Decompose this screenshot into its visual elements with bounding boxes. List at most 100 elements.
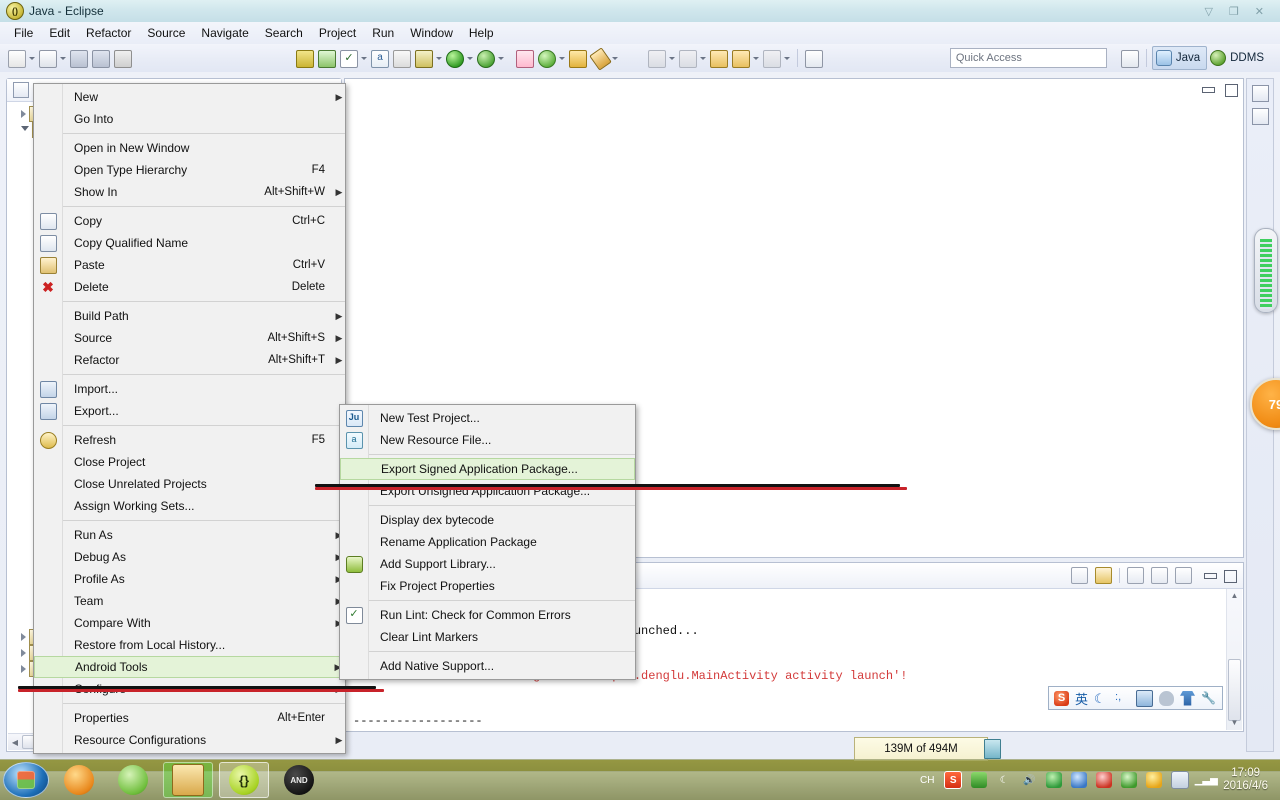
project-context-menu[interactable]: New ▶ Go Into Open in New Window Open Ty… [33,83,346,754]
menu-item-refactor[interactable]: Refactor Alt+Shift+T ▶ [34,349,345,371]
scroll-down-icon[interactable]: ▼ [1227,716,1242,730]
android-avd-manager-icon[interactable] [317,48,337,68]
menu-navigate[interactable]: Navigate [193,24,256,42]
menu-item-assign-working-sets[interactable]: Assign Working Sets... [34,495,345,517]
scroll-up-icon[interactable]: ▲ [1227,589,1242,603]
external-tools-icon[interactable] [476,48,496,68]
system-tray[interactable]: CH S ☾ 🔊 ▁▃▅ 17:09 2016/4/6 [919,767,1280,793]
menu-item-properties[interactable]: Properties Alt+Enter [34,707,345,729]
open-perspective-icon[interactable] [804,48,824,68]
minimize-icon[interactable]: ▽ [1204,5,1212,18]
previous-dropdown-icon[interactable] [699,48,708,68]
close-icon[interactable]: ✕ [1255,5,1264,18]
shield-icon[interactable] [1046,772,1062,788]
menu-item-show-in[interactable]: Show In Alt+Shift+W ▶ [34,181,345,203]
scroll-lock-icon[interactable] [1095,567,1112,584]
android-tools-submenu[interactable]: Ju New Test Project... a New Resource Fi… [339,404,636,680]
console-actions[interactable] [1071,567,1243,584]
maximize-icon[interactable] [1224,83,1237,96]
debug-dropdown-icon[interactable] [435,48,444,68]
menubar[interactable]: File Edit Refactor Source Navigate Searc… [0,22,1280,45]
menu-item-open-in-new-window[interactable]: Open in New Window [34,137,345,159]
new-java-class-icon[interactable] [38,48,58,68]
pin-dropdown-icon[interactable] [783,48,792,68]
submenu-item-add-native-support[interactable]: Add Native Support... [340,655,635,677]
trash-icon[interactable] [984,739,1001,759]
menu-item-restore-from-local-history[interactable]: Restore from Local History... [34,634,345,656]
print-icon[interactable] [113,48,133,68]
console-vertical-scrollbar[interactable]: ▲ ▼ [1226,589,1242,730]
menu-item-android-tools[interactable]: Android Tools ▶ [34,656,345,678]
forward-dropdown-icon[interactable] [752,48,761,68]
quick-access-input[interactable]: Quick Access [950,48,1107,68]
open-type-icon[interactable] [568,48,588,68]
submenu-item-export-signed-application-package[interactable]: Export Signed Application Package... [340,458,635,480]
taskbar-item-android-emulator[interactable]: AND [275,763,323,797]
debug-icon[interactable] [414,48,434,68]
new-console-view-icon[interactable] [1175,567,1192,584]
menu-item-go-into[interactable]: Go Into [34,108,345,130]
update-icon[interactable] [1146,772,1162,788]
restore-icon[interactable]: ❐ [1229,5,1239,18]
chevron-right-icon[interactable] [21,110,26,118]
menu-item-configure[interactable]: Configure ▶ [34,678,345,700]
window-controls[interactable]: ▽ ❐ ✕ [1204,5,1280,18]
menu-item-close-project[interactable]: Close Project [34,451,345,473]
menu-item-compare-with[interactable]: Compare With ▶ [34,612,345,634]
ch-label[interactable]: CH [919,772,935,788]
taskbar-item-firefox[interactable] [55,763,103,797]
submenu-item-fix-project-properties[interactable]: Fix Project Properties [340,575,635,597]
run-icon[interactable] [445,48,465,68]
signal-icon[interactable]: ▁▃▅ [1198,772,1214,788]
moon-icon[interactable]: ☾ [996,772,1012,788]
search-icon[interactable] [590,48,610,68]
next-dropdown-icon[interactable] [668,48,677,68]
chevron-right-icon[interactable] [21,649,26,657]
clear-console-icon[interactable] [1071,567,1088,584]
display-console-icon[interactable] [1151,567,1168,584]
menu-item-delete[interactable]: ✖ Delete Delete [34,276,345,298]
lint-dropdown-icon[interactable] [360,48,369,68]
menu-item-export[interactable]: Export... [34,400,345,422]
outline-view-icon[interactable] [1252,108,1269,125]
skin-icon[interactable] [1180,691,1195,706]
main-toolbar[interactable]: ✓ a Quick Access Java DDMS [0,44,1280,73]
maximize-icon[interactable] [1223,569,1236,582]
open-perspective-button[interactable] [1120,48,1140,68]
new-class-dropdown-icon[interactable] [59,48,68,68]
new-project-dropdown-icon[interactable] [558,48,567,68]
punctuation-icon[interactable]: :, [1115,691,1130,706]
skip-breakpoints-icon[interactable] [392,48,412,68]
windows-taskbar[interactable]: {} AND CH S ☾ 🔊 ▁▃▅ 17:09 2016/4/6 [0,759,1280,800]
network-icon[interactable] [1071,772,1087,788]
usb-icon[interactable] [971,772,987,788]
settings-wrench-icon[interactable]: 🔧 [1201,691,1216,706]
lint-check-icon[interactable]: ✓ [339,48,359,68]
previous-annotation-icon[interactable] [678,48,698,68]
save-all-icon[interactable] [91,48,111,68]
menu-item-new[interactable]: New ▶ [34,86,345,108]
start-button[interactable] [3,762,49,798]
menu-item-paste[interactable]: Paste Ctrl+V [34,254,345,276]
menu-search[interactable]: Search [257,24,311,42]
devices-icon[interactable] [1171,771,1189,789]
ime-mode-label[interactable]: 英 [1075,689,1088,708]
volume-icon[interactable]: 🔊 [1021,772,1037,788]
android-sdk-manager-icon[interactable] [295,48,315,68]
menu-item-debug-as[interactable]: Debug As ▶ [34,546,345,568]
run-dropdown-icon[interactable] [466,48,475,68]
menu-project[interactable]: Project [311,24,364,42]
submenu-item-display-dex-bytecode[interactable]: Display dex bytecode [340,509,635,531]
save-icon[interactable] [69,48,89,68]
menu-item-team[interactable]: Team ▶ [34,590,345,612]
menu-window[interactable]: Window [402,24,461,42]
menu-run[interactable]: Run [364,24,402,42]
search-dropdown-icon[interactable] [611,48,620,68]
submenu-item-add-support-library[interactable]: Add Support Library... [340,553,635,575]
new-dropdown-icon[interactable] [28,48,37,68]
menu-item-copy-qualified-name[interactable]: Copy Qualified Name [34,232,345,254]
submenu-item-new-resource-file[interactable]: a New Resource File... [340,429,635,451]
menu-item-close-unrelated-projects[interactable]: Close Unrelated Projects [34,473,345,495]
alert-icon[interactable] [1096,772,1112,788]
menu-item-profile-as[interactable]: Profile As ▶ [34,568,345,590]
